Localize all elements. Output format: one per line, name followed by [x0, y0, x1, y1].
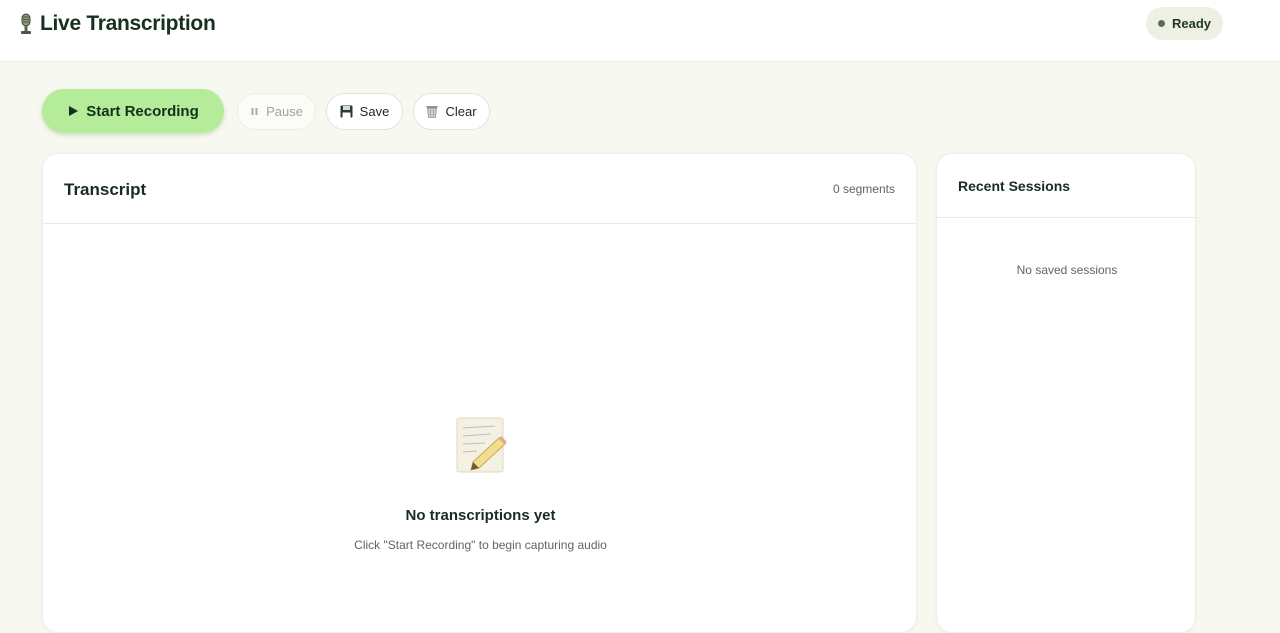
status-dot: [1157, 20, 1165, 27]
start-recording-button[interactable]: Start Recording: [42, 89, 224, 133]
brand: Live Transcription: [18, 12, 216, 36]
status-badge: Ready: [1146, 7, 1223, 40]
pause-button[interactable]: Pause: [237, 93, 316, 130]
trash-icon: [426, 105, 438, 118]
transcript-title: Transcript: [64, 180, 147, 199]
sessions-empty-text: No saved sessions: [1016, 263, 1118, 277]
save-button[interactable]: Save: [326, 93, 403, 130]
transcript-panel: Transcript 0 segments No transcriptions …: [42, 153, 917, 633]
sessions-title: Recent Sessions: [958, 178, 1071, 194]
sessions-header: Recent Sessions: [937, 154, 1195, 218]
save-label: Save: [359, 104, 390, 119]
memo-pencil-icon: [456, 417, 507, 473]
status-label: Ready: [1171, 16, 1212, 31]
clear-button[interactable]: Clear: [413, 93, 490, 130]
app-header: Live Transcription Ready: [0, 0, 1280, 62]
empty-state-title: No transcriptions yet: [405, 507, 556, 524]
microphone-icon: [21, 13, 31, 34]
play-icon: [67, 105, 79, 117]
pause-label: Pause: [266, 104, 303, 119]
start-recording-label: Start Recording: [86, 102, 199, 120]
empty-state-subtitle: Click "Start Recording" to begin capturi…: [354, 538, 607, 552]
segment-count: 0 segments: [832, 182, 895, 196]
clear-label: Clear: [445, 104, 477, 119]
floppy-disk-icon: [340, 105, 353, 118]
pause-icon: [250, 107, 259, 116]
transcript-header: Transcript 0 segments: [43, 154, 916, 224]
sessions-panel: Recent Sessions No saved sessions: [936, 153, 1196, 633]
app-title: Live Transcription: [40, 12, 216, 35]
